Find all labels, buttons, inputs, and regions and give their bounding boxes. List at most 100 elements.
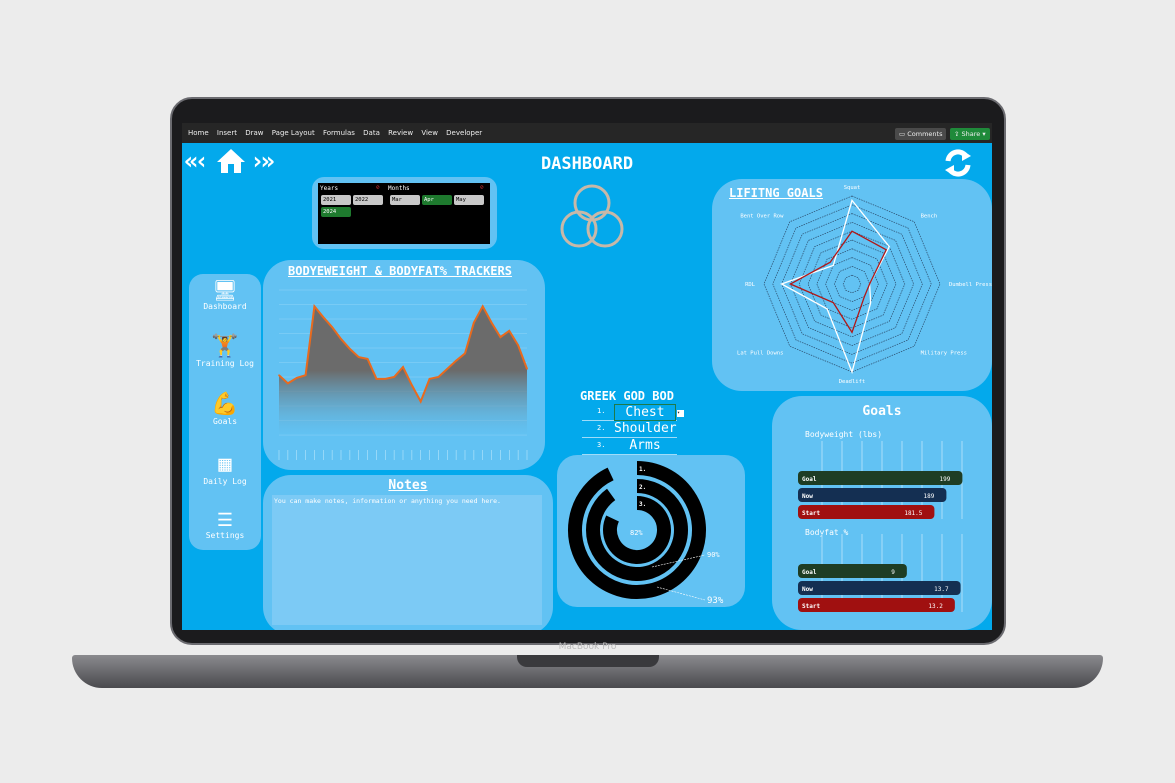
radar-axis-label: Deadlift [839, 379, 866, 385]
ring-percent: 90% [707, 551, 720, 559]
ring-label: 3. [639, 501, 646, 508]
bar-label: Goal [802, 476, 817, 483]
year-chip-2024[interactable]: 2024 [321, 207, 351, 217]
data-point [375, 378, 378, 380]
data-point [322, 316, 325, 318]
radar-panel: LIFITNG GOALS Squat Bench Dumbell Press Mil… [712, 179, 992, 391]
clear-filter-icon[interactable]: ⊘ [376, 184, 380, 191]
refresh-icon[interactable] [942, 147, 974, 179]
ring-percent: 93% [707, 596, 724, 606]
data-point [411, 384, 413, 386]
clear-filter-icon[interactable]: ⊘ [480, 184, 484, 191]
data-point [349, 348, 351, 350]
year-chip-2022[interactable]: 2022 [353, 195, 383, 205]
tab-data[interactable]: Data [363, 129, 380, 137]
data-point [295, 377, 298, 379]
comments-button[interactable]: ▭ Comments [895, 128, 947, 140]
slicers: Years ⊘ 2021 2022 2024 Months ⊘ Mar Apr … [318, 183, 490, 244]
goals-panel: Goals Bodyweight (lbs) Bodyfat % Goal 199… [772, 396, 992, 630]
bar-label: Now [802, 493, 813, 500]
muscle-select[interactable]: Chest [614, 404, 676, 421]
laptop-notch [517, 655, 659, 667]
flexed-arm-icon: 💪 [211, 392, 239, 417]
data-point [393, 376, 395, 378]
dropdown-arrow-icon[interactable]: ▾ [677, 410, 684, 417]
bar-label: Goal [802, 569, 817, 576]
bar-label: Start [802, 510, 820, 517]
bar-value: 181.5 [904, 510, 922, 517]
sidebar-item-label: Daily Log [203, 477, 247, 486]
sidebar-item-goals[interactable]: 💪 Goals [189, 392, 261, 426]
ring-label: 1. [639, 466, 646, 473]
tab-formulas[interactable]: Formulas [323, 129, 355, 137]
data-point [499, 336, 502, 338]
years-slicer-title: Years [320, 185, 339, 192]
data-point [481, 305, 484, 308]
tab-view[interactable]: View [421, 129, 438, 137]
notes-panel: Notes You can make notes, information or… [263, 475, 553, 630]
sidebar-item-training-log[interactable]: 🏋 Training Log [189, 334, 261, 368]
device-label: MacBook Pro [558, 642, 617, 652]
table-row: 3. Arms [582, 438, 677, 455]
monitor-user-icon: 🖥 [212, 278, 238, 302]
data-point [331, 326, 333, 328]
table-row: 2. Shoulder [582, 421, 677, 438]
sidebar-item-dashboard[interactable]: 🖥 Dashboard [189, 278, 261, 311]
rank: 2. [597, 424, 606, 432]
tab-home[interactable]: Home [188, 129, 209, 137]
data-point [340, 338, 342, 340]
tab-review[interactable]: Review [388, 129, 413, 137]
sidebar-item-label: Training Log [196, 359, 254, 368]
tab-developer[interactable]: Developer [446, 129, 482, 137]
bar-value: 189 [924, 493, 935, 500]
muscle-value[interactable]: Shoulder [614, 421, 677, 436]
table-row: 1. Chest ▾ [582, 404, 684, 421]
area-fill [279, 306, 527, 435]
tab-draw[interactable]: Draw [245, 129, 263, 137]
comments-label: Comments [907, 130, 943, 138]
radar-axis-label: Bench [921, 213, 938, 219]
sidebar-item-settings[interactable]: ☰ Settings [189, 510, 261, 540]
tab-page-layout[interactable]: Page Layout [272, 129, 315, 137]
data-point [526, 368, 528, 370]
rank: 1. [597, 407, 606, 415]
month-chip-apr[interactable]: Apr [422, 195, 452, 205]
share-button[interactable]: ⇪ Share ▾ [950, 128, 990, 140]
radar-axis-label: Dumbell Press [949, 282, 992, 288]
bar-label: Start [802, 603, 820, 610]
month-chip-mar[interactable]: Mar [390, 195, 420, 205]
ring-percent: 82% [630, 529, 643, 537]
goals-bar-chart: Goal 199 Now 189 Start 181.5 Goal 9 Now 13.7 Start… [798, 441, 963, 612]
muscle-value[interactable]: Arms [614, 438, 676, 453]
rank: 3. [597, 441, 606, 449]
share-label: Share [961, 130, 981, 138]
data-point [446, 368, 449, 370]
radar-axis-label: Bent Over Row [740, 213, 784, 219]
sidebar-item-label: Settings [205, 531, 245, 540]
sidebar-item-label: Goals [212, 417, 238, 426]
progress-rings-chart: 1. 2. 3. 90% 93% 82% [568, 461, 724, 606]
year-chip-2021[interactable]: 2021 [321, 195, 351, 205]
tab-insert[interactable]: Insert [217, 129, 237, 137]
data-point [366, 358, 369, 360]
data-point [304, 374, 307, 376]
notes-textarea[interactable]: You can make notes, information or anyth… [272, 495, 542, 625]
months-slicer-title: Months [388, 185, 410, 192]
data-point [464, 352, 466, 355]
data-point [473, 321, 475, 324]
data-point [357, 356, 360, 358]
data-point [437, 376, 440, 378]
calendar-icon: ▦ [218, 452, 232, 477]
data-point [384, 378, 387, 380]
bar-label: Now [802, 586, 813, 593]
bar-value: 9 [891, 569, 895, 576]
rings-panel: 1. 2. 3. 90% 93% 82% [557, 455, 745, 607]
radar-axis-label: Military Press [921, 351, 967, 357]
month-chip-may[interactable]: May [454, 195, 484, 205]
notes-title: Notes [388, 478, 428, 493]
radar-axis-label: Lat Pull Downs [737, 351, 783, 357]
radar-ring [807, 239, 897, 329]
weight-area-chart [278, 289, 528, 460]
radar-axis-label: Squat [844, 185, 861, 191]
sidebar-item-daily-log[interactable]: ▦ Daily Log [189, 452, 261, 486]
